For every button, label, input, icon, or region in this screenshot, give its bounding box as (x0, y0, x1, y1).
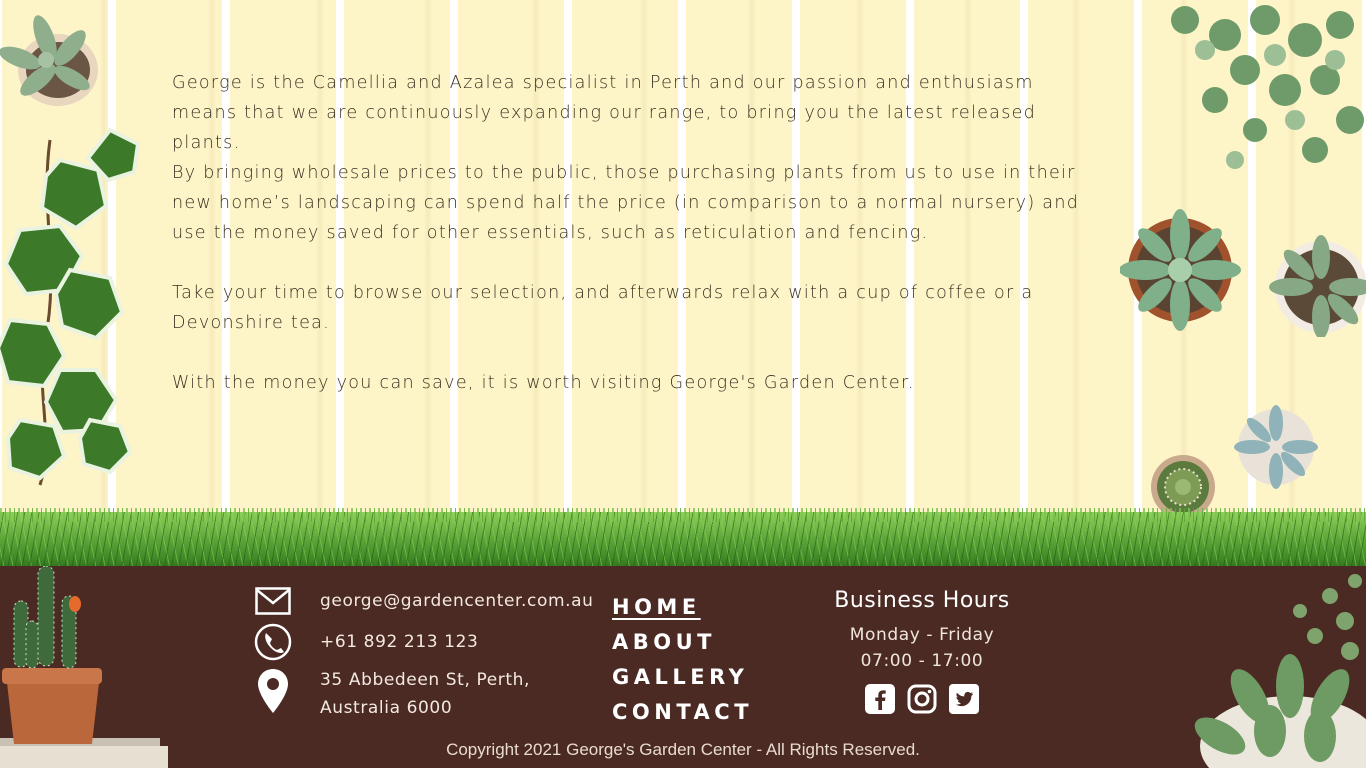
address: 35 Abbedeen St, Perth, Australia 6000 (320, 666, 530, 722)
email-row[interactable]: george@gardencenter.com.au (254, 582, 594, 620)
succulent-top-left-image (0, 15, 98, 106)
cactus-pot-left-image (0, 566, 168, 768)
intro-paragraph-1a: George is the Camellia and Azalea specia… (172, 73, 1037, 153)
succulent-pot-right-3-image (1234, 405, 1318, 489)
nav-gallery-link[interactable]: GALLERY (612, 660, 753, 695)
footer-nav: HOME ABOUT GALLERY CONTACT (612, 590, 753, 730)
nav-contact-link[interactable]: CONTACT (612, 695, 753, 730)
intro-text: George is the Camellia and Azalea specia… (172, 68, 1092, 398)
address-line-1: 35 Abbedeen St, Perth, (320, 670, 530, 690)
address-line-2: Australia 6000 (320, 698, 453, 718)
footer: george@gardencenter.com.au +61 892 213 1… (0, 566, 1366, 768)
nav-home-link[interactable]: HOME (612, 590, 753, 625)
business-hours-title: Business Hours (834, 588, 1010, 613)
envelope-icon (254, 582, 292, 620)
succulent-pot-right-2-image (1269, 235, 1366, 337)
hanging-plant-top-right-image (1171, 5, 1364, 169)
email-link[interactable]: george@gardencenter.com.au (320, 591, 594, 611)
map-pin-icon (254, 666, 292, 716)
intro-paragraph-1b: By bringing wholesale prices to the publ… (172, 163, 1080, 243)
succulent-pot-bottom-right-image (1194, 574, 1366, 768)
ivy-plant-left-image (0, 127, 141, 486)
succulent-pot-right-1-image (1120, 209, 1241, 331)
business-days: Monday - Friday (849, 625, 995, 645)
business-hours: Business Hours Monday - Friday 07:00 - 1… (822, 588, 1022, 715)
address-row: 35 Abbedeen St, Perth, Australia 6000 (254, 666, 530, 722)
facebook-icon[interactable] (864, 683, 896, 715)
phone-row[interactable]: +61 892 213 123 (254, 623, 478, 661)
nav-about-link[interactable]: ABOUT (612, 625, 753, 660)
instagram-icon[interactable] (906, 683, 938, 715)
social-links (822, 683, 1022, 715)
phone-icon (254, 623, 292, 661)
copyright-text: Copyright 2021 George's Garden Center - … (446, 740, 920, 759)
phone-number[interactable]: +61 892 213 123 (320, 632, 478, 652)
intro-paragraph-2: Take your time to browse our selection, … (172, 283, 1034, 333)
grass-blades (0, 508, 1366, 522)
business-time: 07:00 - 17:00 (860, 651, 984, 671)
twitter-icon[interactable] (948, 683, 980, 715)
intro-paragraph-3: With the money you can save, it is worth… (172, 373, 915, 393)
